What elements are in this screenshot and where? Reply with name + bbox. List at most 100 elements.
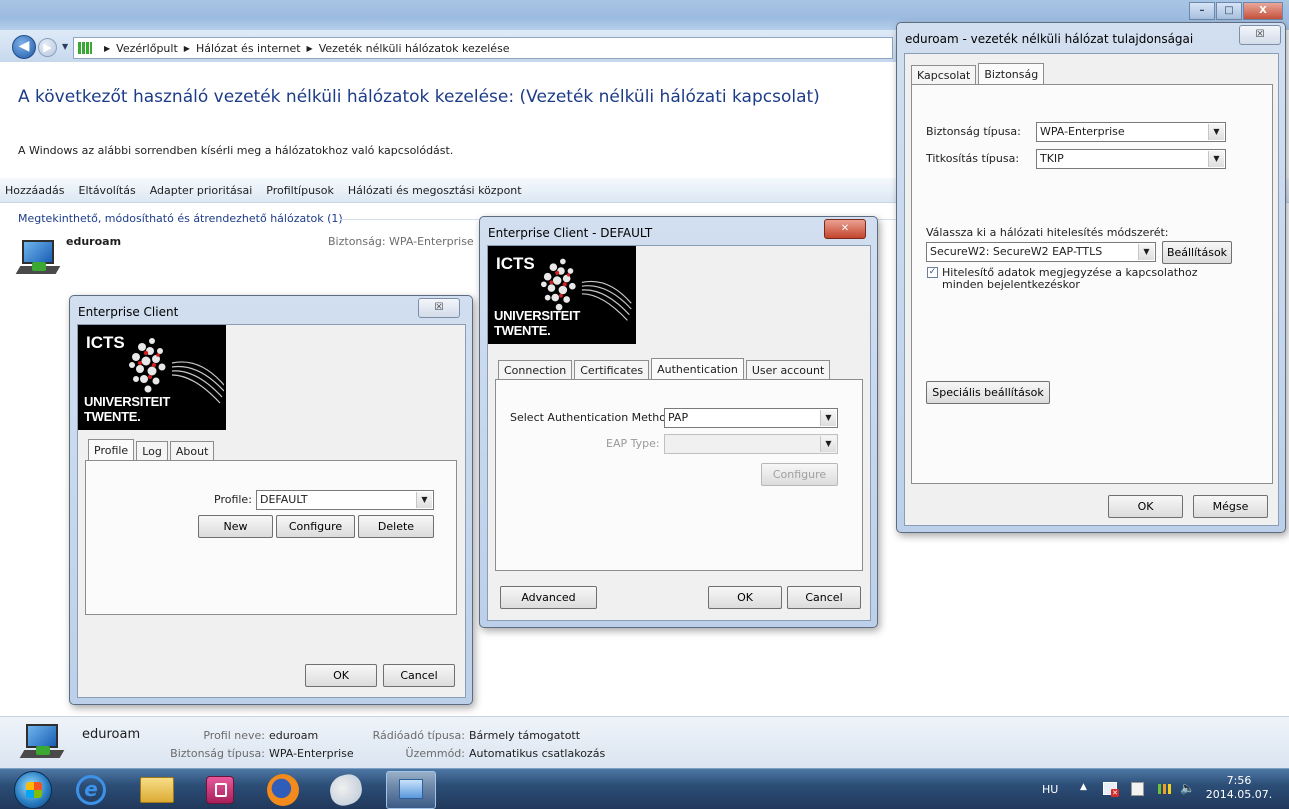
file-explorer-icon[interactable] bbox=[140, 777, 174, 803]
cancel-button[interactable]: Cancel bbox=[383, 664, 455, 687]
volume-icon[interactable]: 🔈 bbox=[1180, 781, 1195, 795]
profile-name-value: eduroam bbox=[269, 729, 319, 742]
remember-credentials-label-line2: minden bejelentkezéskor bbox=[942, 278, 1080, 291]
icts-logo: ICTS UNIVERSITEIT TWENTE. bbox=[78, 325, 226, 430]
ok-button[interactable]: OK bbox=[1108, 495, 1183, 518]
add-command[interactable]: Hozzáadás bbox=[5, 184, 65, 197]
breadcrumb-separator-icon[interactable]: ▶ bbox=[307, 44, 313, 53]
page-description: A Windows az alábbi sorrendben kísérli m… bbox=[18, 144, 454, 157]
control-panel-taskbar-button[interactable] bbox=[386, 771, 436, 809]
tab-strip: Connection Certificates Authentication U… bbox=[498, 357, 832, 381]
ok-button[interactable]: OK bbox=[708, 586, 782, 609]
maximize-button[interactable]: □ bbox=[1216, 2, 1242, 20]
show-hidden-icons-chevron-icon[interactable]: ▲ bbox=[1080, 782, 1087, 792]
auth-method-label: Válassza ki a hálózati hitelesítés módsz… bbox=[926, 226, 1169, 239]
tab-connection[interactable]: Connection bbox=[498, 360, 573, 380]
adapter-priority-command[interactable]: Adapter prioritásai bbox=[150, 184, 253, 197]
eap-type-select[interactable]: ▼ bbox=[664, 434, 838, 454]
security-type-value: WPA-Enterprise bbox=[269, 747, 354, 760]
delete-button[interactable]: Delete bbox=[358, 515, 434, 538]
breadcrumb-separator-icon[interactable]: ▶ bbox=[104, 44, 110, 53]
chevron-down-icon[interactable]: ▼ bbox=[820, 436, 836, 452]
chevron-down-icon[interactable]: ▼ bbox=[1138, 244, 1154, 260]
dialog-body: Kapcsolat Biztonság Biztonság típusa: WP… bbox=[904, 53, 1279, 526]
chevron-down-icon[interactable]: ▼ bbox=[1208, 124, 1224, 140]
auth-method-select[interactable]: PAP ▼ bbox=[664, 408, 838, 428]
tab-strip: Kapcsolat Biztonság bbox=[911, 62, 1046, 86]
advanced-settings-button[interactable]: Speciális beállítások bbox=[926, 381, 1050, 404]
tab-connection[interactable]: Kapcsolat bbox=[911, 65, 977, 85]
network-sharing-center-command[interactable]: Hálózati és megosztási központ bbox=[348, 184, 522, 197]
device-plug-icon[interactable] bbox=[1131, 782, 1144, 796]
clock-time: 7:56 bbox=[1226, 774, 1252, 787]
clock[interactable]: 7:56 2014.05.07. bbox=[1204, 774, 1274, 802]
settings-button[interactable]: Beállítások bbox=[1162, 241, 1232, 264]
breadcrumb-separator-icon[interactable]: ▶ bbox=[184, 44, 190, 53]
security-tab-panel: Biztonság típusa: WPA-Enterprise ▼ Titko… bbox=[911, 84, 1273, 484]
enterprise-client-default-dialog: Enterprise Client - DEFAULT ✕ ICTS UNIVE… bbox=[479, 216, 878, 628]
paint-icon[interactable] bbox=[327, 772, 365, 808]
firefox-icon[interactable] bbox=[267, 774, 299, 806]
tab-authentication[interactable]: Authentication bbox=[651, 358, 744, 381]
encryption-type-select[interactable]: TKIP ▼ bbox=[1036, 149, 1226, 169]
tab-strip: Profile Log About bbox=[88, 438, 216, 462]
minimize-button[interactable]: – bbox=[1189, 2, 1215, 20]
tab-profile[interactable]: Profile bbox=[88, 439, 135, 462]
media-player-icon[interactable] bbox=[206, 776, 234, 804]
close-icon[interactable]: ✕ bbox=[824, 219, 866, 239]
tab-certificates[interactable]: Certificates bbox=[574, 360, 650, 380]
network-list-item[interactable]: eduroam Biztonság: WPA-Enterprise bbox=[10, 232, 480, 292]
profile-tab-panel: Profile: DEFAULT ▼ New Configure Delete bbox=[85, 460, 457, 615]
advanced-button[interactable]: Advanced bbox=[500, 586, 597, 609]
close-icon[interactable]: ☒ bbox=[1239, 25, 1281, 45]
profile-label: Profile: bbox=[214, 493, 252, 506]
breadcrumb-item[interactable]: Vezeték nélküli hálózatok kezelése bbox=[319, 42, 510, 55]
language-indicator[interactable]: HU bbox=[1042, 783, 1058, 796]
configure-button[interactable]: Configure bbox=[761, 463, 838, 486]
chevron-down-icon[interactable]: ▼ bbox=[416, 492, 432, 508]
close-button[interactable]: X bbox=[1243, 2, 1283, 20]
tab-user-account[interactable]: User account bbox=[745, 360, 831, 380]
tab-log[interactable]: Log bbox=[136, 441, 168, 461]
remove-command[interactable]: Eltávolítás bbox=[79, 184, 136, 197]
network-name: eduroam bbox=[66, 235, 122, 248]
chevron-down-icon[interactable]: ▼ bbox=[1208, 151, 1224, 167]
taskbar: e HU ▲ ✕ 🔈 7:56 2014.05.07. bbox=[0, 768, 1289, 809]
chevron-down-icon[interactable]: ▼ bbox=[820, 410, 836, 426]
remember-credentials-checkbox[interactable]: ✓ bbox=[927, 267, 938, 278]
wireless-network-icon[interactable] bbox=[1158, 784, 1174, 794]
cancel-button[interactable]: Cancel bbox=[787, 586, 861, 609]
wireless-computer-icon bbox=[19, 722, 65, 762]
profile-types-command[interactable]: Profiltípusok bbox=[266, 184, 334, 197]
security-type-label: Biztonság típusa: bbox=[170, 747, 265, 760]
network-group-header: Megtekinthető, módosítható és átrendezhe… bbox=[18, 212, 343, 225]
back-arrow-icon[interactable]: ◀ bbox=[12, 35, 36, 59]
profile-select[interactable]: DEFAULT ▼ bbox=[256, 490, 434, 510]
configure-button[interactable]: Configure bbox=[276, 515, 355, 538]
breadcrumb-item[interactable]: Vezérlőpult bbox=[116, 42, 178, 55]
security-type-select[interactable]: WPA-Enterprise ▼ bbox=[1036, 122, 1226, 142]
dialog-body: ICTS UNIVERSITEIT TWENTE. Profile Log Ab… bbox=[77, 324, 466, 698]
close-icon[interactable]: ☒ bbox=[418, 298, 460, 318]
recent-pages-chevron-icon[interactable]: ▼ bbox=[62, 42, 68, 51]
security-type-label: Biztonság típusa: bbox=[926, 125, 1021, 138]
auth-method-select[interactable]: SecureW2: SecureW2 EAP-TTLS ▼ bbox=[926, 242, 1156, 262]
mode-value: Automatikus csatlakozás bbox=[469, 747, 606, 760]
forward-arrow-icon[interactable]: ▶ bbox=[38, 38, 57, 57]
tab-about[interactable]: About bbox=[169, 441, 215, 461]
breadcrumb-item[interactable]: Hálózat és internet bbox=[196, 42, 301, 55]
cancel-button[interactable]: Mégse bbox=[1193, 495, 1268, 518]
ok-button[interactable]: OK bbox=[305, 664, 377, 687]
dialog-title: Enterprise Client bbox=[78, 305, 179, 319]
caption-buttons: – □ X bbox=[1188, 2, 1283, 20]
network-security: Biztonság: WPA-Enterprise bbox=[328, 235, 474, 248]
icts-logo: ICTS UNIVERSITEIT TWENTE. bbox=[488, 246, 636, 344]
internet-explorer-icon[interactable]: e bbox=[76, 775, 106, 805]
dialog-title: Enterprise Client - DEFAULT bbox=[488, 226, 653, 240]
action-center-flag-icon[interactable]: ✕ bbox=[1103, 782, 1119, 797]
breadcrumb[interactable]: ▶ Vezérlőpult ▶ Hálózat és internet ▶ Ve… bbox=[73, 37, 893, 59]
tab-security[interactable]: Biztonság bbox=[978, 63, 1045, 86]
start-button[interactable] bbox=[14, 771, 52, 809]
eduroam-properties-dialog: eduroam - vezeték nélküli hálózat tulajd… bbox=[896, 22, 1286, 533]
new-button[interactable]: New bbox=[198, 515, 273, 538]
